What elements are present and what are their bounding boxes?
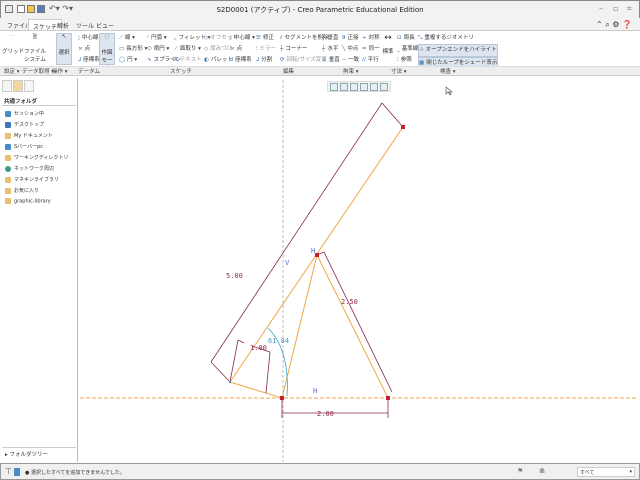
vertical-constraint-label: V [285,259,290,267]
sketch-geometry [229,126,404,399]
short-line[interactable] [229,381,283,399]
dim-angle[interactable]: 61.84 [268,337,289,345]
mouse-cursor [445,86,453,96]
selection-icon[interactable]: ⋒ [539,467,545,475]
horizontal-constraint-label: H [313,387,317,395]
dim-line-5 [210,102,383,363]
status-bar: ⊤ ● 選択したすべてを追加できませんでした。 ⚑ ⋒ すべて ▾ [0,463,640,480]
selection-filter-dropdown[interactable]: すべて ▾ [577,467,635,477]
right-triangle-side[interactable] [316,254,389,399]
flag-icon[interactable]: ⚑ [517,467,523,475]
horizontal-marker: H [311,247,315,255]
sketch-canvas[interactable]: 5.00 2.50 1.00 61.84 2.00 V H H [0,0,640,480]
status-message: ● 選択したすべてを追加できませんでした。 [25,470,125,476]
tree-icon[interactable]: ⊤ [5,467,12,476]
message-log-icon[interactable] [14,468,20,476]
dim-2[interactable]: 2.00 [317,410,334,418]
base-point[interactable] [386,396,390,400]
end-point[interactable] [401,125,405,129]
chevron-down-icon: ▾ [629,469,632,475]
origin-point[interactable] [280,396,284,400]
dim-2-50[interactable]: 2.50 [341,298,358,306]
sketch-points [280,125,405,400]
dim-line-2-50 [323,251,393,393]
corner-point[interactable] [229,381,231,383]
dim-1[interactable]: 1.00 [250,344,267,352]
apex-point[interactable] [315,253,319,257]
filter-value: すべて [580,470,595,476]
dim-5[interactable]: 5.00 [226,272,243,280]
